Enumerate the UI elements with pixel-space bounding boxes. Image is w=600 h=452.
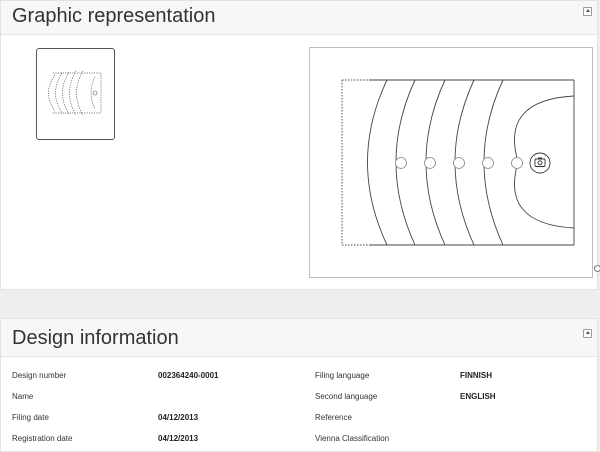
design-thumbnail[interactable] bbox=[36, 48, 115, 140]
zoom-icon[interactable] bbox=[594, 265, 600, 272]
graphic-representation-panel: Graphic representation bbox=[0, 0, 600, 290]
arc-circle-5 bbox=[511, 157, 523, 169]
panel-header: Design information bbox=[1, 319, 597, 357]
design-information-panel: Design information Design number 0023642… bbox=[0, 318, 598, 452]
info-value: ENGLISH bbox=[460, 392, 496, 401]
panel-title: Graphic representation bbox=[12, 5, 216, 27]
info-label: Second language bbox=[315, 392, 378, 401]
collapse-icon[interactable] bbox=[583, 7, 592, 16]
info-label: Registration date bbox=[12, 434, 73, 443]
info-label: Filing language bbox=[315, 371, 370, 380]
design-preview bbox=[309, 47, 593, 278]
info-value: 002364240-0001 bbox=[158, 371, 219, 380]
info-value: 04/12/2013 bbox=[158, 434, 199, 443]
panel-header: Graphic representation bbox=[1, 1, 597, 35]
arc-circle-2 bbox=[424, 157, 436, 169]
info-label: Design number bbox=[12, 371, 67, 380]
design-drawing bbox=[341, 79, 575, 246]
collapse-icon[interactable] bbox=[583, 329, 592, 338]
arc-circle-1 bbox=[395, 157, 407, 169]
info-label: Reference bbox=[315, 413, 352, 422]
info-label: Name bbox=[12, 392, 34, 401]
camera-icon bbox=[529, 152, 551, 174]
arc-circle-4 bbox=[482, 157, 494, 169]
info-value: 04/12/2013 bbox=[158, 413, 199, 422]
info-label: Vienna Classification bbox=[315, 434, 390, 443]
thumbnail-drawing bbox=[48, 70, 102, 116]
arc-circle-3 bbox=[453, 157, 465, 169]
panel-title: Design information bbox=[12, 327, 179, 349]
info-label: Filing date bbox=[12, 413, 49, 422]
info-value: FINNISH bbox=[460, 371, 492, 380]
